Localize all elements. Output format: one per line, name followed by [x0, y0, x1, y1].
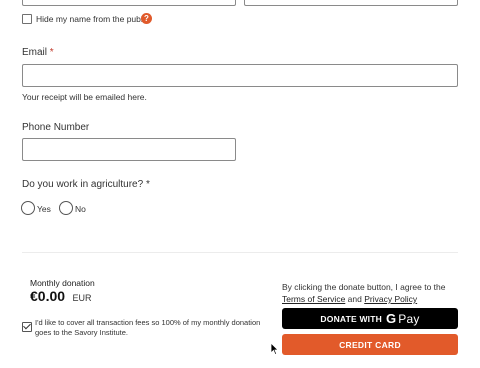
- agriculture-yes-radio[interactable]: [21, 201, 35, 215]
- hide-name-checkbox[interactable]: [22, 14, 32, 24]
- section-divider: [22, 252, 458, 253]
- last-name-input[interactable]: [244, 0, 458, 6]
- email-label: Email *: [22, 47, 54, 58]
- email-hint: Your receipt will be emailed here.: [22, 92, 147, 102]
- phone-label: Phone Number: [22, 122, 90, 133]
- agriculture-question: Do you work in agriculture? *: [22, 179, 150, 190]
- first-name-input[interactable]: [22, 0, 236, 6]
- frequency-label: Monthly donation: [30, 278, 95, 288]
- google-pay-logo: G Pay: [386, 311, 420, 326]
- agriculture-no-label[interactable]: No: [75, 204, 86, 214]
- google-pay-prefix: DONATE WITH: [320, 313, 382, 324]
- consent-prefix: By clicking the donate button, I agree t…: [282, 282, 446, 292]
- currency-code: EUR: [72, 293, 92, 303]
- checkmark-icon: [23, 321, 31, 330]
- google-pay-word: Pay: [398, 311, 420, 326]
- amount-value: €0.00: [30, 288, 66, 304]
- email-field[interactable]: [22, 64, 458, 87]
- terms-link[interactable]: Terms of Service: [282, 294, 345, 304]
- agriculture-yes-label[interactable]: Yes: [37, 204, 51, 214]
- hide-name-label: Hide my name from the public.: [36, 14, 152, 24]
- cover-fees-checkbox[interactable]: [22, 321, 32, 332]
- privacy-link[interactable]: Privacy Policy: [364, 294, 417, 304]
- required-mark: *: [145, 179, 150, 190]
- help-icon[interactable]: ?: [141, 13, 152, 24]
- google-pay-button[interactable]: DONATE WITH G Pay: [282, 308, 458, 329]
- agriculture-question-text: Do you work in agriculture?: [22, 179, 144, 190]
- credit-card-button[interactable]: CREDIT CARD: [282, 334, 458, 355]
- google-g-icon: G: [385, 311, 397, 326]
- consent-and: and: [347, 294, 362, 304]
- agriculture-no-radio[interactable]: [59, 201, 73, 215]
- cover-fees-label: I'd like to cover all transaction fees s…: [35, 318, 261, 337]
- email-label-text: Email: [22, 47, 48, 58]
- phone-field[interactable]: [22, 138, 236, 161]
- required-mark: *: [49, 47, 54, 58]
- consent-text: By clicking the donate button, I agree t…: [282, 281, 462, 305]
- credit-card-label: CREDIT CARD: [339, 339, 401, 350]
- mouse-cursor-icon: [271, 343, 279, 355]
- amount-display: €0.00 EUR: [30, 288, 92, 306]
